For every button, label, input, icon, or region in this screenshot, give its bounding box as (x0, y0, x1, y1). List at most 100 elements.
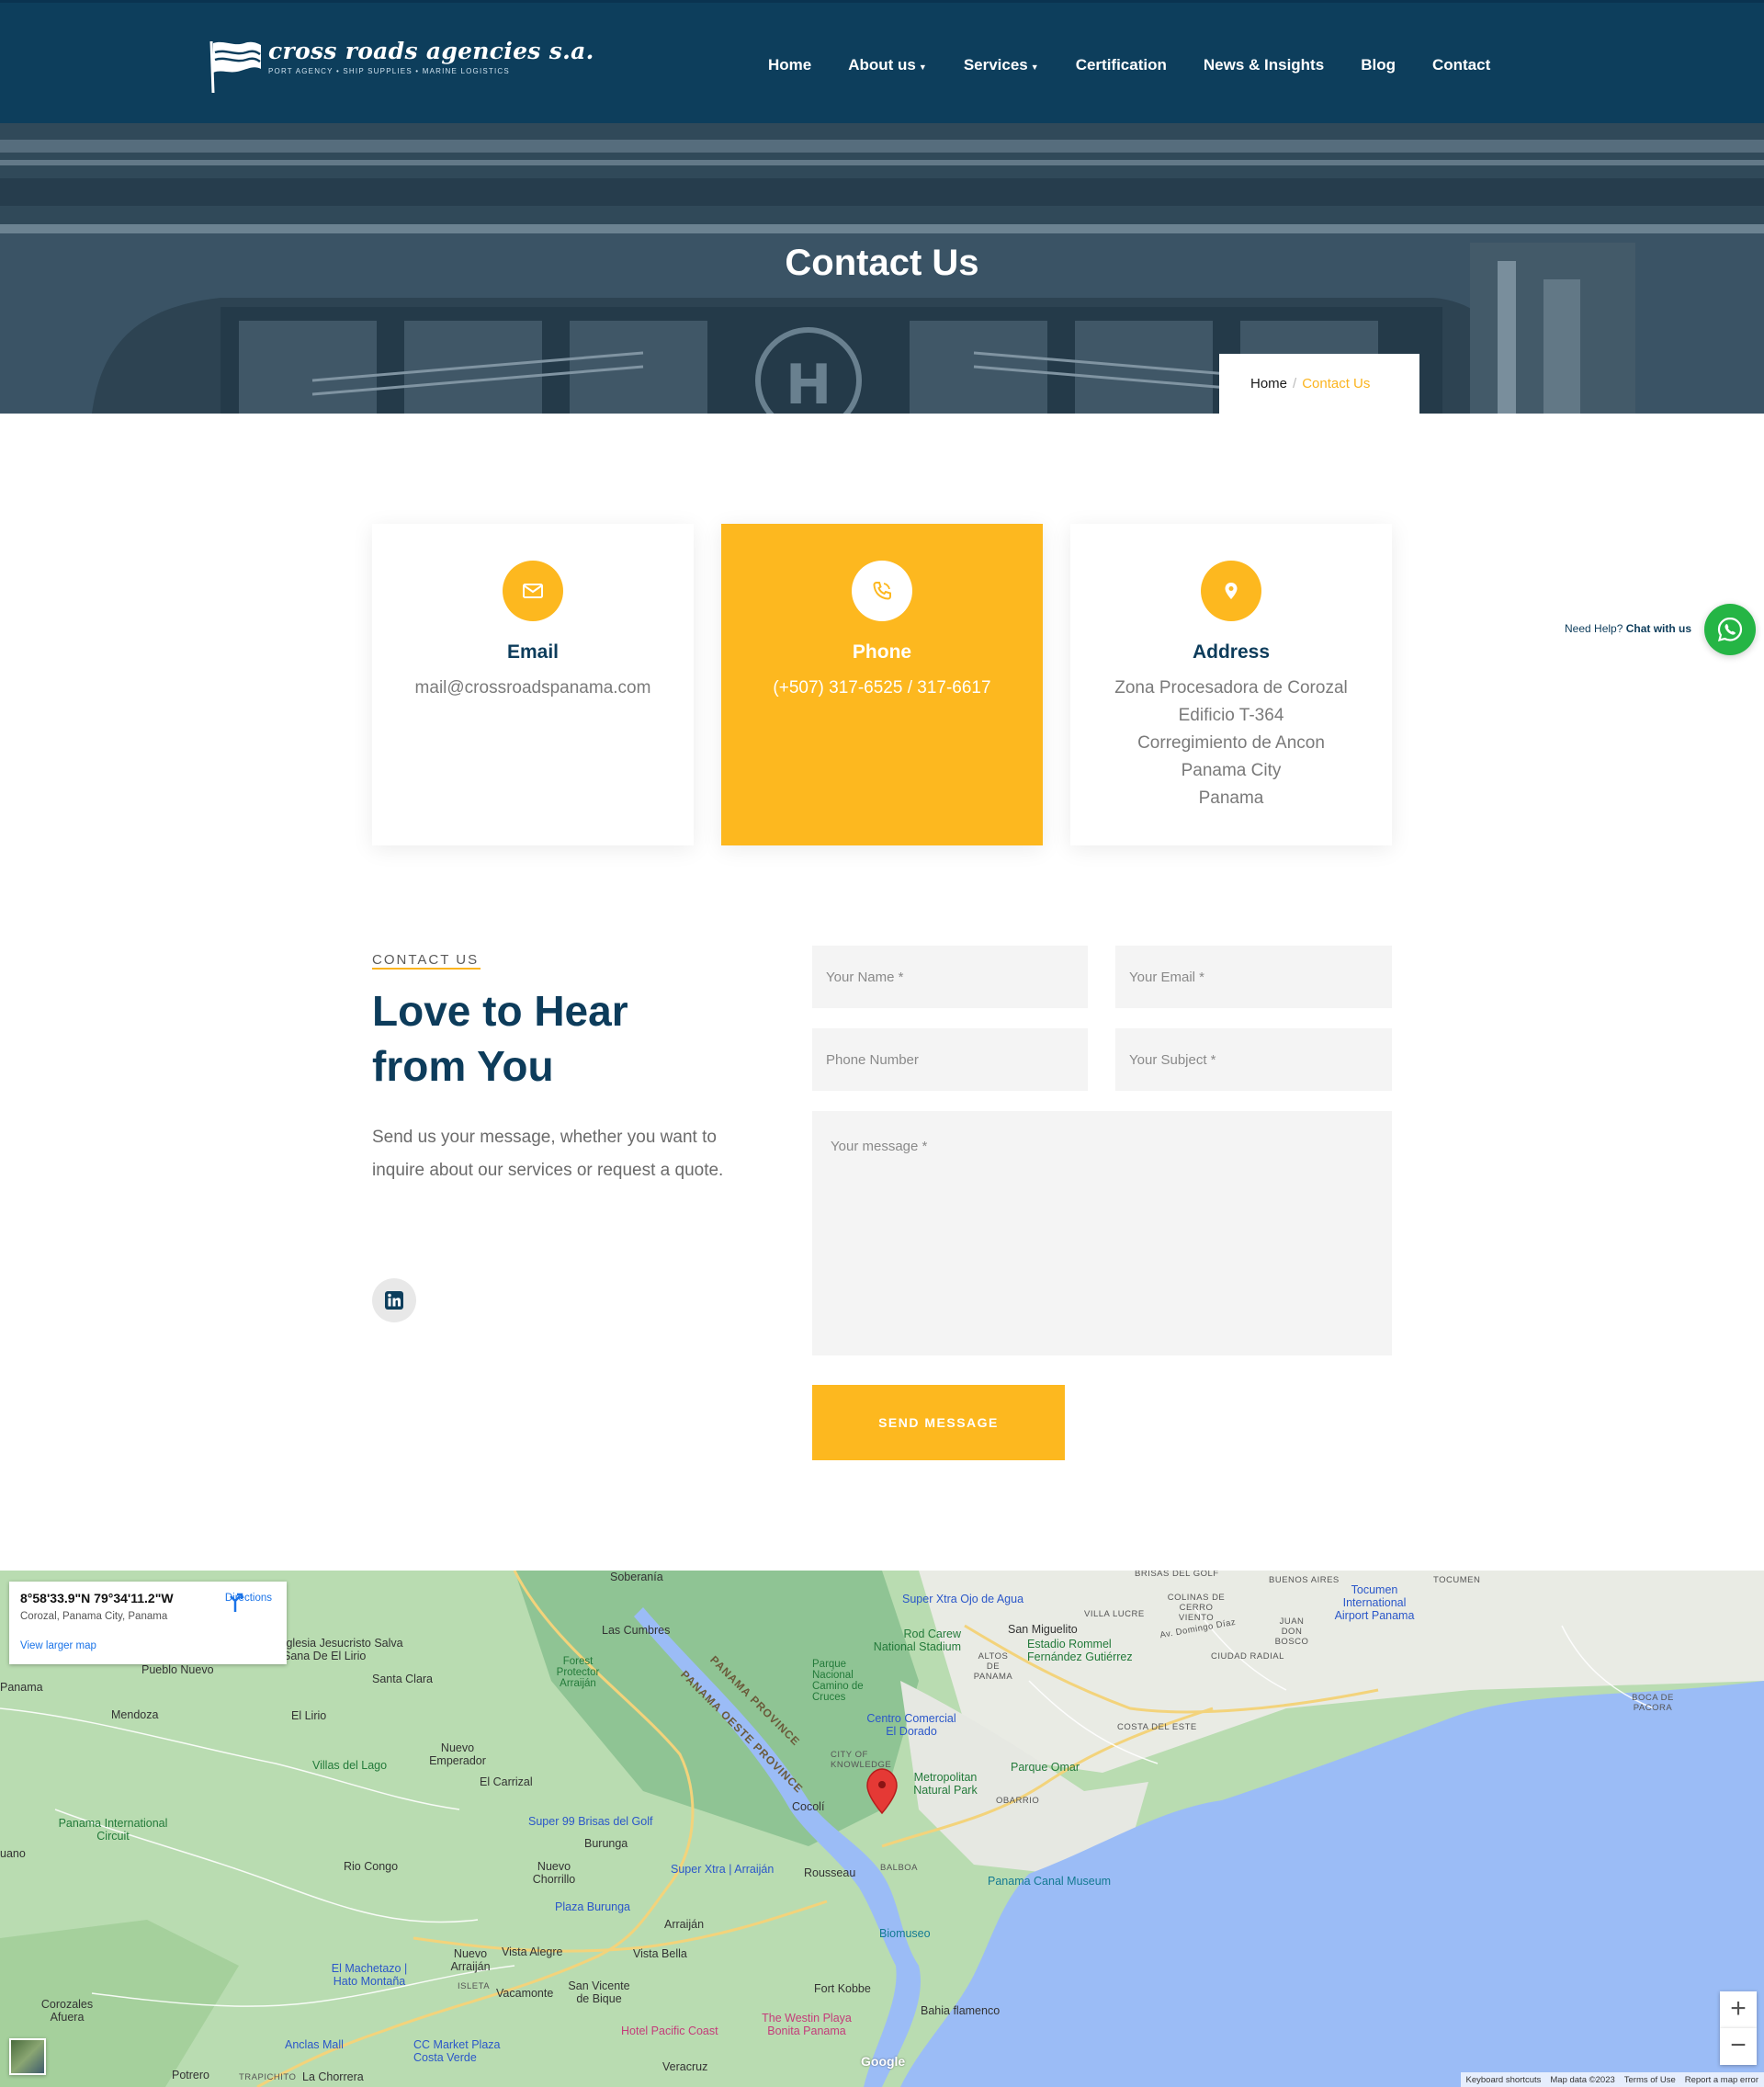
map-label: Parque Nacional Camino de Cruces (812, 1659, 864, 1703)
nav-certification[interactable]: Certification (1076, 56, 1167, 74)
map-label: uano (0, 1847, 26, 1860)
satellite-toggle[interactable] (9, 2038, 46, 2075)
map-label: Anclas Mall (285, 2038, 344, 2051)
phone-card-title: Phone (852, 641, 912, 663)
map-label: El Machetazo | Hato Montaña (331, 1962, 408, 1988)
map-label: CIUDAD RADIAL (1211, 1651, 1284, 1662)
terms-link[interactable]: Terms of Use (1624, 2075, 1676, 2085)
map-label: Vista Alegre (502, 1945, 563, 1958)
nav-contact[interactable]: Contact (1432, 56, 1490, 74)
address-line: Edificio T-364 (1178, 706, 1284, 725)
brand-tagline: PORT AGENCY • SHIP SUPPLIES • MARINE LOG… (268, 67, 510, 75)
whatsapp-label[interactable]: Need Help? Chat with us (1565, 622, 1691, 635)
map-label: Iglesia Jesucristo Salva Sana De El Liri… (283, 1637, 403, 1662)
map-label: San Miguelito (1008, 1623, 1078, 1636)
map-label: Tocumen International Airport Panama (1334, 1583, 1415, 1622)
breadcrumb-current: Contact Us (1302, 376, 1371, 391)
map-label: Nuevo Arraiján (450, 1947, 491, 1973)
linkedin-button[interactable] (372, 1278, 416, 1322)
breadcrumb: Home / Contact Us (1219, 354, 1419, 414)
report-error-link[interactable]: Report a map error (1685, 2075, 1758, 2085)
phone-field[interactable] (812, 1028, 1088, 1091)
page-hero: H Contact Us Home / Contact Us (0, 123, 1764, 414)
nav-blog[interactable]: Blog (1361, 56, 1396, 74)
map-label: Corozales Afuera (40, 1998, 94, 2024)
eyebrow-underline (372, 968, 481, 970)
map-label: San Vicente de Bique (568, 1979, 630, 2005)
address-lines: Zona Procesadora de Corozal Edificio T-3… (1070, 675, 1392, 812)
map-label: Vacamonte (496, 1987, 554, 2000)
email-field[interactable] (1115, 946, 1392, 1008)
map-label: TRAPICHITO (239, 2072, 297, 2082)
map-label: BOCA DE PACORA (1632, 1693, 1674, 1713)
map-label: Soberanía (610, 1571, 663, 1583)
section-lead: Send us your message, whether you want t… (372, 1128, 724, 1180)
chevron-down-icon: ▼ (918, 62, 927, 72)
phone-card: Phone (+507) 317-6525 / 317-6617 (721, 524, 1043, 845)
breadcrumb-home-link[interactable]: Home (1250, 376, 1287, 391)
email-card: Email mail@crossroadspanama.com (372, 524, 694, 845)
email-address[interactable]: mail@crossroadspanama.com (372, 675, 694, 702)
nav-home[interactable]: Home (768, 56, 811, 74)
map-label: VILLA LUCRE (1084, 1609, 1145, 1619)
directions-button[interactable]: Directions (225, 1593, 272, 1612)
map-label: COLINAS DE CERRO VIENTO (1167, 1593, 1226, 1623)
map-label: BUENOS AIRES (1269, 1575, 1340, 1585)
address-line: Panama City (1181, 761, 1282, 780)
map-label: Pueblo Nuevo (141, 1663, 214, 1676)
map-pin-icon (1201, 561, 1261, 621)
phone-icon (852, 561, 912, 621)
page-title: Contact Us (785, 243, 979, 283)
nav-services[interactable]: Services ▼ (964, 56, 1039, 74)
map-label: Rio Congo (344, 1860, 399, 1873)
map-label: Rod Carew National Stadium (873, 1628, 961, 1653)
zoom-in-button[interactable]: + (1720, 1991, 1757, 2028)
map-label: Burunga (584, 1837, 628, 1850)
google-logo: Google (861, 2054, 906, 2069)
nav-about-us[interactable]: About us ▼ (848, 56, 927, 74)
breadcrumb-separator: / (1293, 376, 1297, 391)
map-label: Veracruz (662, 2060, 708, 2073)
map-label: OBARRIO (996, 1796, 1040, 1806)
map-label: Forest Protector Arraiján (556, 1656, 600, 1689)
google-map[interactable]: Soberanía Las Cumbres Super Xtra Ojo de … (0, 1571, 1764, 2087)
whatsapp-chat-button[interactable] (1704, 604, 1756, 655)
map-label: CC Market Plaza Costa Verde (413, 2038, 501, 2064)
keyboard-shortcuts-link[interactable]: Keyboard shortcuts (1466, 2075, 1542, 2085)
map-label: Parque Omar (1011, 1761, 1080, 1774)
message-field[interactable] (812, 1111, 1392, 1355)
map-label: The Westin Playa Bonita Panama (762, 2012, 852, 2037)
map-label: TOCUMEN (1433, 1575, 1481, 1585)
map-label: JUAN DON BOSCO (1274, 1616, 1309, 1647)
address-card-title: Address (1192, 641, 1271, 663)
map-label: Santa Clara (372, 1673, 434, 1685)
address-card: Address Zona Procesadora de Corozal Edif… (1070, 524, 1392, 845)
main-nav: Home About us ▼ Services ▼ Certification N… (768, 56, 1490, 74)
chevron-down-icon: ▼ (1030, 62, 1039, 72)
zoom-out-button[interactable]: − (1720, 2028, 1757, 2065)
map-label: Nuevo Chorrillo (532, 1860, 576, 1886)
map-label: Super Xtra Ojo de Agua (902, 1593, 1024, 1605)
subject-field[interactable] (1115, 1028, 1392, 1091)
brand-logo[interactable]: cross roads agencies s.a. PORT AGENCY • … (208, 38, 594, 95)
name-field[interactable] (812, 946, 1088, 1008)
map-attribution: Keyboard shortcuts Map data ©2023 Terms … (1460, 2072, 1764, 2087)
section-headline: Love to Hear from You (372, 987, 628, 1090)
view-larger-map-link[interactable]: View larger map (20, 1640, 276, 1651)
map-label: BRISAS DEL GOLF (1135, 1571, 1219, 1579)
map-label: El Lirio (291, 1709, 327, 1722)
map-label: Potrero (172, 2069, 209, 2081)
email-card-title: Email (506, 641, 560, 663)
brand-name: cross roads agencies s.a. (268, 38, 594, 64)
map-label: ALTOS DE PANAMA (973, 1651, 1013, 1682)
map-label: Metropolitan Natural Park (913, 1771, 978, 1797)
map-label: Vista Bella (633, 1947, 687, 1960)
map-label: Mendoza (111, 1708, 159, 1721)
map-label: La Chorrera (302, 2070, 364, 2083)
phone-numbers[interactable]: (+507) 317-6525 / 317-6617 (721, 675, 1043, 702)
map-label: Villas del Lago (312, 1759, 388, 1772)
map-label: Panama Canal Museum (988, 1875, 1112, 1888)
envelope-icon (503, 561, 563, 621)
send-message-button[interactable]: SEND MESSAGE (812, 1385, 1065, 1460)
nav-news-insights[interactable]: News & Insights (1204, 56, 1324, 74)
